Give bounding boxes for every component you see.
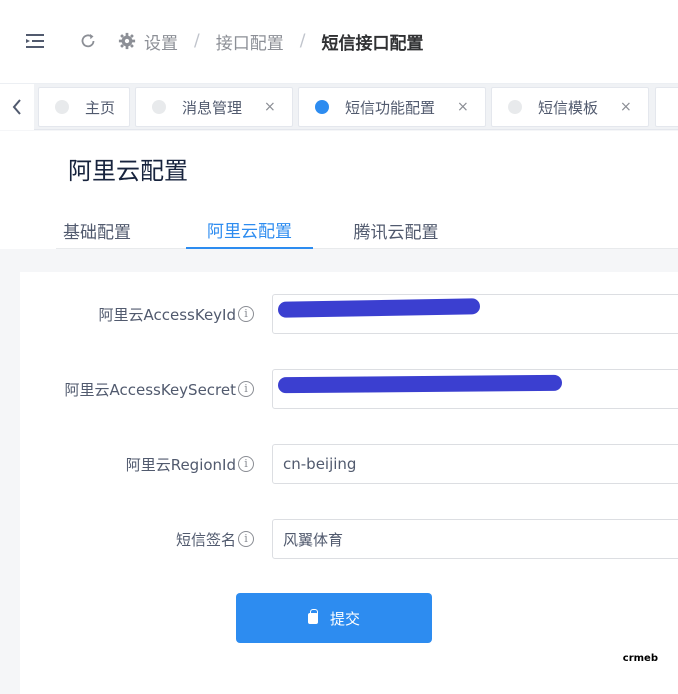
tab-label: 短信功能配置 bbox=[345, 98, 436, 117]
tab-sms-function-config[interactable]: 短信功能配置 × bbox=[298, 87, 486, 127]
tab-sms-template[interactable]: 短信模板 × bbox=[491, 87, 649, 127]
breadcrumb-separator: / bbox=[299, 31, 306, 51]
tab-overflow[interactable] bbox=[655, 87, 678, 127]
config-subtabs: 基础配置 阿里云配置 腾讯云配置 bbox=[56, 211, 678, 249]
sign-name-value: 风翼体育 bbox=[283, 530, 344, 549]
tab-label: 主页 bbox=[85, 98, 116, 117]
gear-icon bbox=[118, 32, 136, 50]
breadcrumb-root[interactable]: 设置 bbox=[144, 29, 178, 54]
close-icon[interactable]: × bbox=[457, 99, 469, 115]
close-icon[interactable]: × bbox=[620, 99, 632, 115]
tab-status-dot bbox=[152, 100, 166, 114]
access-key-id-label: 阿里云AccessKeyId i bbox=[98, 294, 254, 334]
tabs-scroll-left-button[interactable] bbox=[0, 84, 34, 130]
breadcrumb-separator: / bbox=[194, 31, 200, 51]
tab-message-management[interactable]: 消息管理 × bbox=[135, 87, 293, 127]
access-key-secret-label: 阿里云AccessKeySecret i bbox=[64, 369, 254, 409]
menu-fold-icon[interactable] bbox=[24, 30, 46, 52]
subtab-basic-config[interactable]: 基础配置 bbox=[56, 211, 138, 249]
info-icon[interactable]: i bbox=[238, 456, 254, 472]
redaction-scribble bbox=[277, 374, 563, 394]
tab-status-dot bbox=[315, 100, 329, 114]
tab-status-dot bbox=[55, 100, 69, 114]
top-header: 设置 / 接口配置 / 短信接口配置 bbox=[0, 0, 678, 84]
region-id-label-text: 阿里云RegionId bbox=[125, 455, 236, 474]
tab-home[interactable]: 主页 bbox=[38, 87, 130, 127]
breadcrumb: 设置 / 接口配置 / 短信接口配置 bbox=[118, 27, 423, 55]
info-icon[interactable]: i bbox=[238, 381, 254, 397]
close-icon[interactable]: × bbox=[264, 99, 276, 115]
breadcrumb-parent[interactable]: 接口配置 bbox=[216, 29, 284, 54]
submit-button[interactable]: 提交 bbox=[236, 593, 432, 643]
sign-name-label-text: 短信签名 bbox=[175, 530, 236, 549]
config-form: 阿里云AccessKeyId i 阿里云AccessKeySecret i 阿里… bbox=[20, 272, 678, 694]
page-title: 阿里云配置 bbox=[68, 157, 188, 185]
sign-name-label: 短信签名 i bbox=[176, 519, 254, 559]
subtab-aliyun-config[interactable]: 阿里云配置 bbox=[186, 211, 313, 249]
page-header: 阿里云配置 基础配置 阿里云配置 腾讯云配置 bbox=[0, 131, 678, 249]
access-key-secret-label-text: 阿里云AccessKeySecret bbox=[64, 380, 237, 399]
region-id-label: 阿里云RegionId i bbox=[126, 444, 254, 484]
info-icon[interactable]: i bbox=[238, 531, 254, 547]
tab-label: 消息管理 bbox=[182, 98, 243, 117]
chevron-left-icon bbox=[12, 99, 21, 115]
region-id-value: cn-beijing bbox=[283, 455, 357, 473]
tabs-bar: 主页 消息管理 × 短信功能配置 × 短信模板 × bbox=[0, 84, 678, 130]
info-icon[interactable]: i bbox=[238, 306, 254, 322]
sign-name-input[interactable]: 风翼体育 bbox=[272, 519, 678, 559]
tab-status-dot bbox=[508, 100, 522, 114]
refresh-icon[interactable] bbox=[78, 31, 98, 51]
region-id-input[interactable]: cn-beijing bbox=[272, 444, 678, 484]
shopping-bag-icon bbox=[307, 608, 318, 624]
tab-label: 短信模板 bbox=[538, 98, 599, 117]
subtab-tencent-config[interactable]: 腾讯云配置 bbox=[346, 211, 446, 249]
breadcrumb-current: 短信接口配置 bbox=[321, 33, 424, 54]
submit-label: 提交 bbox=[329, 609, 360, 628]
access-key-id-label-text: 阿里云AccessKeyId bbox=[98, 305, 237, 324]
crmeb-watermark-logo: crmeb bbox=[622, 653, 658, 664]
